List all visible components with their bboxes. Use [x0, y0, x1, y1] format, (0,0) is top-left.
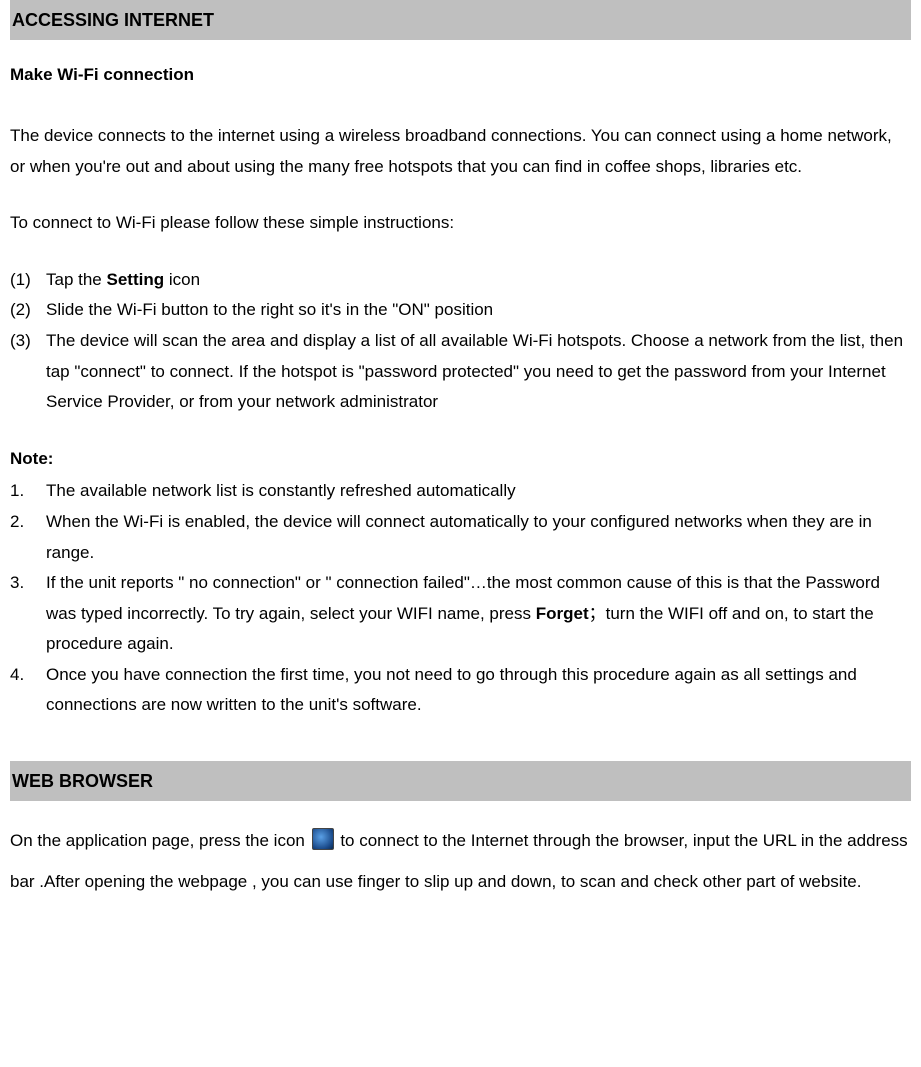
browser-globe-icon — [312, 828, 334, 850]
note-3-number: 3. — [10, 568, 42, 599]
step-1-bold: Setting — [107, 270, 165, 289]
instructions-intro: To connect to Wi-Fi please follow these … — [10, 208, 911, 239]
step-3-number: (3) — [10, 326, 42, 357]
note-2: 2. When the Wi-Fi is enabled, the device… — [10, 507, 911, 568]
note-4-text: Once you have connection the first time,… — [46, 665, 857, 715]
note-1-number: 1. — [10, 476, 42, 507]
step-1-text-post: icon — [164, 270, 200, 289]
step-2-text: Slide the Wi-Fi button to the right so i… — [46, 300, 493, 319]
step-3-text: The device will scan the area and displa… — [46, 331, 903, 411]
step-1: (1) Tap the Setting icon — [10, 265, 911, 296]
note-1-text: The available network list is constantly… — [46, 481, 516, 500]
note-2-text: When the Wi-Fi is enabled, the device wi… — [46, 512, 872, 562]
subheading-wifi: Make Wi-Fi connection — [10, 60, 911, 91]
section-header-web-browser: WEB BROWSER — [10, 761, 911, 801]
steps-list: (1) Tap the Setting icon (2) Slide the W… — [10, 265, 911, 418]
intro-paragraph: The device connects to the internet usin… — [10, 121, 911, 182]
browser-paragraph: On the application page, press the icon … — [10, 821, 911, 903]
section-header-accessing-internet: ACCESSING INTERNET — [10, 0, 911, 40]
step-1-text-pre: Tap the — [46, 270, 107, 289]
browser-text-pre: On the application page, press the icon — [10, 831, 310, 850]
note-3: 3. If the unit reports " no connection" … — [10, 568, 911, 660]
note-1: 1. The available network list is constan… — [10, 476, 911, 507]
note-2-number: 2. — [10, 507, 42, 538]
step-3: (3) The device will scan the area and di… — [10, 326, 911, 418]
note-label: Note: — [10, 444, 911, 475]
step-1-number: (1) — [10, 265, 42, 296]
notes-list: 1. The available network list is constan… — [10, 476, 911, 721]
note-4: 4. Once you have connection the first ti… — [10, 660, 911, 721]
note-3-bold: Forget — [536, 604, 589, 623]
note-4-number: 4. — [10, 660, 42, 691]
step-2-number: (2) — [10, 295, 42, 326]
step-2: (2) Slide the Wi-Fi button to the right … — [10, 295, 911, 326]
